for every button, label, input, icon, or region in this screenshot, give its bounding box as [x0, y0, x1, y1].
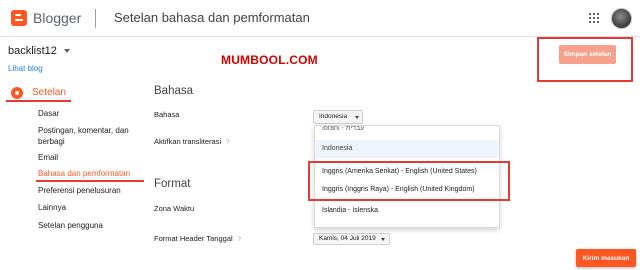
format-section-heading: Format — [154, 178, 191, 190]
apps-grid-icon[interactable] — [589, 13, 599, 23]
sidebar-item-other[interactable]: Lainnya — [38, 202, 66, 213]
date-header-format-value: Kamis, 04 Juli 2019 — [319, 235, 376, 242]
language-option-selected[interactable]: Indonesia — [315, 140, 499, 158]
view-blog-link[interactable]: Lihat blog — [8, 64, 43, 73]
blog-selector[interactable]: backlist12 — [8, 45, 57, 57]
gear-icon — [11, 87, 23, 99]
help-icon[interactable]: ? — [238, 237, 241, 243]
sidebar-item-posts-comments-sharing[interactable]: berbagi — [38, 136, 65, 147]
language-option[interactable]: Ibrani - עברית — [315, 126, 499, 138]
sidebar-item-search-preferences[interactable]: Preferensi penelusuran — [38, 185, 121, 196]
brand-name[interactable]: Blogger — [33, 10, 81, 26]
account-avatar[interactable] — [611, 8, 632, 29]
timezone-label: Zona Waktu — [154, 204, 195, 213]
help-icon[interactable]: ? — [226, 140, 229, 146]
sidebar-item-basic[interactable]: Dasar — [38, 108, 59, 119]
blogger-logo-icon[interactable] — [11, 10, 27, 26]
sidebar-item-language-formatting[interactable]: Bahasa dan pemformatan — [38, 168, 130, 179]
date-header-format-select[interactable]: Kamis, 04 Juli 2019 — [313, 233, 390, 245]
top-bar: Blogger Setelan bahasa dan pemformatan — [0, 0, 640, 37]
language-section-heading: Bahasa — [154, 85, 194, 97]
language-label: Bahasa — [154, 110, 180, 119]
settings-underline-mark — [6, 100, 71, 102]
sidebar-section-settings[interactable]: Setelan — [32, 87, 66, 98]
page-title: Setelan bahasa dan pemformatan — [114, 10, 310, 25]
date-header-format-label: Format Header Tanggal? — [154, 234, 241, 243]
save-settings-button[interactable]: Simpan setelan — [559, 45, 616, 64]
language-select-value: Indonesia — [319, 113, 348, 120]
language-select[interactable]: Indonesia — [313, 110, 363, 124]
send-feedback-button[interactable]: Kirim masukan — [576, 249, 636, 267]
dropdown-caret-icon — [381, 238, 385, 241]
sidebar-item-posts-comments[interactable]: Postingan, komentar, dan — [38, 125, 129, 136]
dropdown-caret-icon — [355, 116, 359, 119]
watermark-text: MUMBOOL.COM — [221, 53, 318, 67]
active-item-underline-mark — [36, 180, 144, 182]
header-divider — [95, 9, 96, 28]
chevron-down-icon[interactable] — [64, 49, 70, 53]
english-options-highlight-box — [308, 161, 510, 201]
transliteration-label-text: Aktifkan transliterasi — [154, 137, 222, 146]
transliteration-label: Aktifkan transliterasi? — [154, 137, 229, 146]
date-header-format-label-text: Format Header Tanggal — [154, 234, 233, 243]
sidebar-item-user-settings[interactable]: Setelan pengguna — [38, 220, 103, 231]
language-option[interactable]: Islandia - íslenska — [315, 202, 499, 220]
sidebar-item-email[interactable]: Email — [38, 152, 58, 163]
